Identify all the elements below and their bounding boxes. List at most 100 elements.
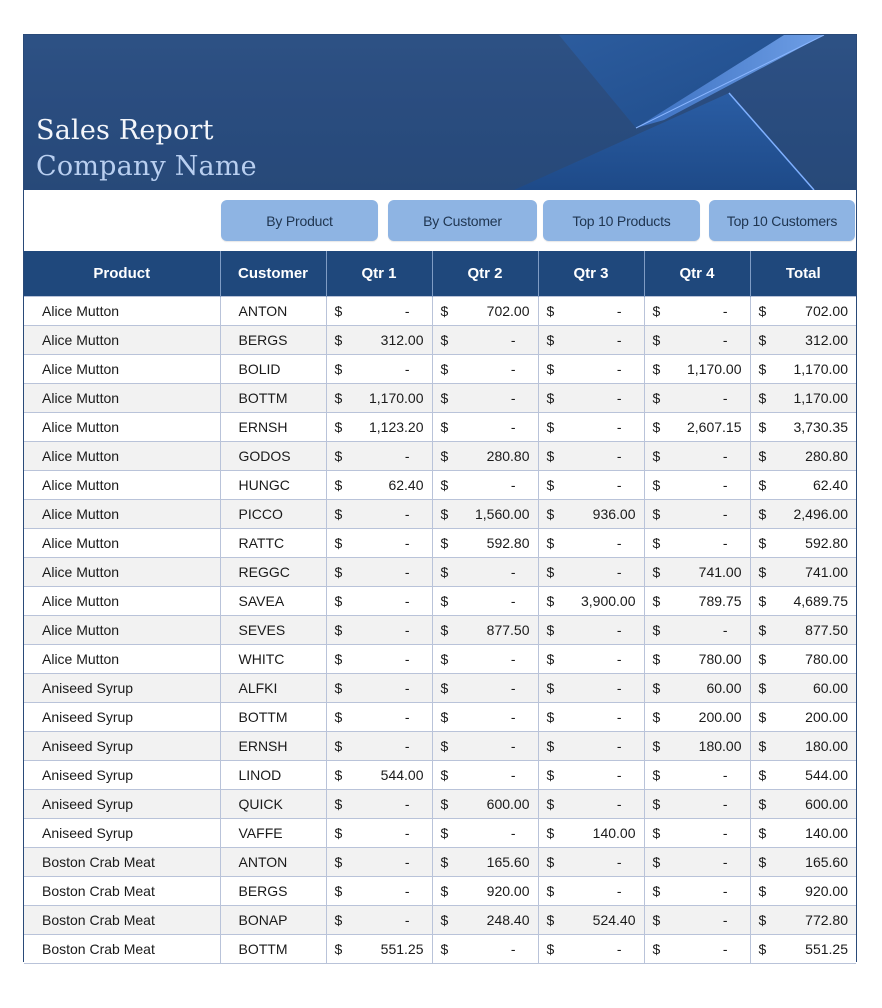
cell-customer[interactable]: ERNSH [219,412,327,442]
column-header-qtr2[interactable]: Qtr 2 [431,251,538,297]
cell-product[interactable]: Boston Crab Meat [24,847,221,877]
cell-total[interactable]: $780.00 [749,644,856,674]
cell-total[interactable]: $3,730.35 [749,412,856,442]
cell-q1[interactable]: $1,170.00 [325,383,433,413]
cell-q2[interactable]: $280.80 [431,441,539,471]
cell-q2[interactable]: $592.80 [431,528,539,558]
cell-customer[interactable]: GODOS [219,441,327,471]
cell-q3[interactable]: $ - [537,557,645,587]
cell-product[interactable]: Alice Mutton [24,586,221,616]
cell-q3[interactable]: $ - [537,383,645,413]
cell-q3[interactable]: $ - [537,760,645,790]
cell-q4[interactable]: $ - [643,905,751,935]
cell-q2[interactable]: $702.00 [431,296,539,326]
cell-total[interactable]: $702.00 [749,296,856,326]
cell-q2[interactable]: $ - [431,470,539,500]
cell-q1[interactable]: $ - [325,528,433,558]
cell-q4[interactable]: $741.00 [643,557,751,587]
cell-q2[interactable]: $ - [431,644,539,674]
cell-q4[interactable]: $1,170.00 [643,354,751,384]
cell-q3[interactable]: $524.40 [537,905,645,935]
cell-customer[interactable]: HUNGC [219,470,327,500]
cell-customer[interactable]: BERGS [219,876,327,906]
cell-q3[interactable]: $ - [537,847,645,877]
by-product-button[interactable]: By Product [221,200,378,241]
cell-customer[interactable]: LINOD [219,760,327,790]
cell-product[interactable]: Alice Mutton [24,354,221,384]
cell-q4[interactable]: $60.00 [643,673,751,703]
cell-total[interactable]: $877.50 [749,615,856,645]
cell-q1[interactable]: $ - [325,818,433,848]
cell-q4[interactable]: $ - [643,470,751,500]
cell-q1[interactable]: $1,123.20 [325,412,433,442]
cell-q1[interactable]: $ - [325,441,433,471]
cell-q3[interactable]: $ - [537,702,645,732]
cell-q1[interactable]: $ - [325,905,433,935]
cell-q2[interactable]: $ - [431,702,539,732]
cell-q2[interactable]: $ - [431,383,539,413]
cell-q3[interactable]: $ - [537,615,645,645]
cell-q4[interactable]: $ - [643,499,751,529]
cell-q2[interactable]: $ - [431,325,539,355]
cell-q4[interactable]: $200.00 [643,702,751,732]
cell-product[interactable]: Aniseed Syrup [24,702,221,732]
cell-q3[interactable]: $ - [537,789,645,819]
cell-q3[interactable]: $ - [537,354,645,384]
cell-q2[interactable]: $920.00 [431,876,539,906]
cell-customer[interactable]: REGGC [219,557,327,587]
cell-product[interactable]: Aniseed Syrup [24,731,221,761]
cell-q3[interactable]: $ - [537,673,645,703]
cell-product[interactable]: Aniseed Syrup [24,673,221,703]
cell-total[interactable]: $180.00 [749,731,856,761]
cell-customer[interactable]: BOLID [219,354,327,384]
cell-q1[interactable]: $544.00 [325,760,433,790]
cell-q4[interactable]: $ - [643,441,751,471]
cell-q3[interactable]: $ - [537,934,645,964]
cell-customer[interactable]: ALFKI [219,673,327,703]
cell-total[interactable]: $1,170.00 [749,354,856,384]
cell-customer[interactable]: BOTTM [219,934,327,964]
cell-q3[interactable]: $ - [537,325,645,355]
cell-q1[interactable]: $ - [325,789,433,819]
cell-q2[interactable]: $ - [431,557,539,587]
cell-q3[interactable]: $ - [537,644,645,674]
cell-product[interactable]: Aniseed Syrup [24,760,221,790]
top-10-products-button[interactable]: Top 10 Products [543,200,700,241]
cell-q2[interactable]: $165.60 [431,847,539,877]
cell-q4[interactable]: $ - [643,760,751,790]
cell-q4[interactable]: $ - [643,615,751,645]
cell-q4[interactable]: $ - [643,325,751,355]
cell-customer[interactable]: WHITC [219,644,327,674]
cell-customer[interactable]: QUICK [219,789,327,819]
cell-product[interactable]: Alice Mutton [24,499,221,529]
cell-customer[interactable]: BERGS [219,325,327,355]
top-10-customers-button[interactable]: Top 10 Customers [709,200,855,241]
column-header-qtr1[interactable]: Qtr 1 [325,251,432,297]
cell-total[interactable]: $4,689.75 [749,586,856,616]
cell-total[interactable]: $920.00 [749,876,856,906]
cell-total[interactable]: $544.00 [749,760,856,790]
cell-q3[interactable]: $3,900.00 [537,586,645,616]
cell-total[interactable]: $165.60 [749,847,856,877]
cell-customer[interactable]: BONAP [219,905,327,935]
cell-q1[interactable]: $ - [325,586,433,616]
cell-product[interactable]: Alice Mutton [24,557,221,587]
cell-q4[interactable]: $ - [643,876,751,906]
cell-q2[interactable]: $ - [431,354,539,384]
cell-q2[interactable]: $1,560.00 [431,499,539,529]
cell-q2[interactable]: $877.50 [431,615,539,645]
cell-q2[interactable]: $ - [431,818,539,848]
cell-product[interactable]: Alice Mutton [24,325,221,355]
cell-q3[interactable]: $ - [537,528,645,558]
cell-q4[interactable]: $2,607.15 [643,412,751,442]
cell-product[interactable]: Boston Crab Meat [24,905,221,935]
cell-product[interactable]: Aniseed Syrup [24,818,221,848]
cell-q3[interactable]: $936.00 [537,499,645,529]
cell-customer[interactable]: VAFFE [219,818,327,848]
cell-q3[interactable]: $ - [537,731,645,761]
cell-q2[interactable]: $ - [431,934,539,964]
cell-product[interactable]: Alice Mutton [24,296,221,326]
cell-customer[interactable]: RATTC [219,528,327,558]
cell-customer[interactable]: ANTON [219,847,327,877]
cell-q3[interactable]: $ - [537,876,645,906]
